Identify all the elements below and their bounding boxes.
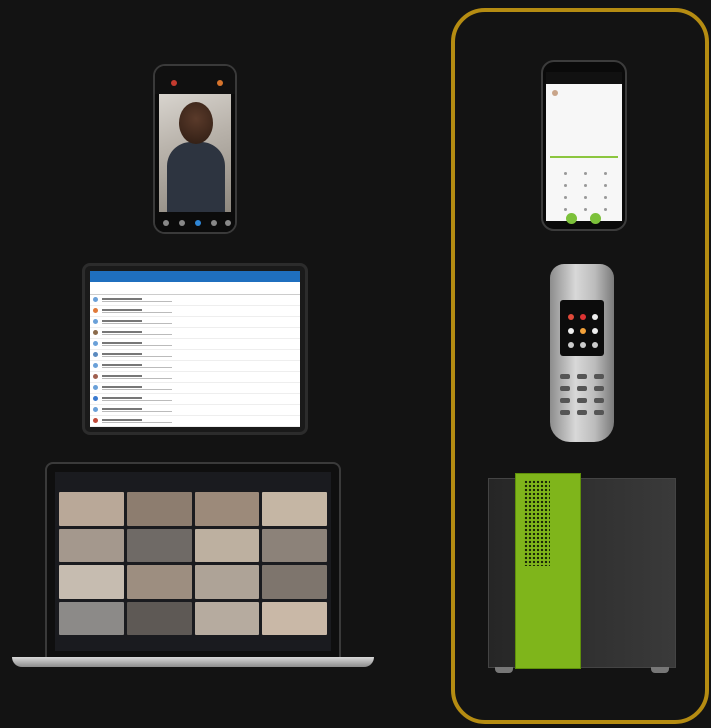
smartphone-video-call	[153, 64, 237, 234]
tablet-header	[90, 271, 300, 282]
smartphone-dialer	[541, 60, 627, 231]
call-toolbar	[155, 212, 235, 232]
video-call-icon	[566, 213, 577, 224]
star-icon	[592, 314, 598, 320]
pbx-server-box	[488, 473, 676, 673]
laptop-base	[12, 657, 374, 667]
laptop-screen	[55, 472, 331, 651]
app-icon	[580, 342, 586, 348]
tablet-tabs	[90, 282, 300, 295]
app-icon	[580, 314, 586, 320]
dialed-number	[550, 156, 618, 158]
more-icon	[225, 220, 231, 226]
call-icon	[590, 213, 601, 224]
handset-display	[560, 300, 604, 356]
participant-grid	[59, 492, 327, 635]
app-icon	[580, 328, 586, 334]
participants-icon	[211, 220, 217, 226]
tablet-communicator	[82, 263, 308, 435]
server-front-panel	[515, 473, 581, 669]
tablet-screen	[90, 271, 300, 427]
laptop-video-conference	[45, 462, 341, 659]
leave-icon	[217, 80, 223, 86]
call-list-icon	[568, 328, 574, 334]
dialer-status-bar	[546, 72, 622, 84]
contact-avatar	[552, 90, 558, 96]
dialer-screen	[546, 72, 622, 224]
video-participant	[159, 94, 231, 212]
phone-status-bar	[155, 66, 235, 94]
record-icon	[171, 80, 177, 86]
vent-grille	[524, 480, 550, 566]
share-icon	[195, 220, 201, 226]
mute-icon	[163, 220, 169, 226]
app-icon	[568, 342, 574, 348]
camera-icon	[179, 220, 185, 226]
app-icon	[568, 314, 574, 320]
app-icon	[592, 328, 598, 334]
dect-handset	[550, 264, 614, 442]
settings-icon	[592, 342, 598, 348]
